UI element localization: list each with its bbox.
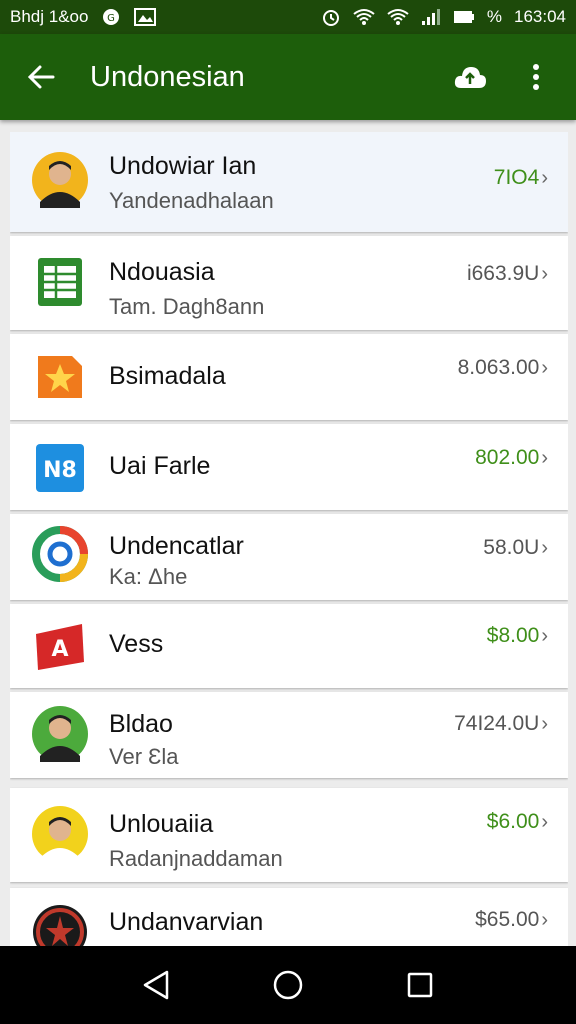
item-subtitle: Radanjnaddaman — [109, 846, 283, 871]
item-amount-value: $8.00 — [486, 624, 540, 647]
item-amount: $6.00 › — [487, 810, 548, 834]
back-button[interactable] — [18, 54, 64, 100]
emblem-icon — [33, 905, 87, 946]
item-name: Unlouaiia — [109, 810, 214, 838]
list-item[interactable]: Unlouaiia Radanjnaddaman $6.00 › — [10, 788, 568, 882]
transaction-list: Undowiar Ian Yandenadhalaan 7IO4 › Ndoua… — [10, 132, 568, 946]
cloud-sync-button[interactable] — [448, 55, 492, 99]
wifi-icon — [353, 8, 375, 26]
status-left: Bhdj 1&oo G — [10, 7, 157, 27]
chevron-right-icon: › — [541, 262, 548, 285]
item-name: Undencatlar — [109, 532, 244, 560]
person-avatar-icon — [32, 806, 88, 862]
item-name: Undowiar Ian — [109, 152, 257, 180]
status-left-text: Bhdj 1&oo — [10, 7, 89, 26]
chevron-right-icon: › — [541, 712, 548, 735]
notification-app-icon: G — [100, 8, 122, 26]
list-item[interactable]: Ndouasia Tam. Dagh8ann i663.9U › — [10, 236, 568, 330]
nav-back-button[interactable] — [132, 961, 180, 1009]
svg-text:A: A — [51, 637, 68, 662]
list-item[interactable]: A Vess $8.00 › — [10, 604, 568, 688]
item-name: Undanvarvian — [109, 908, 264, 936]
list-item[interactable]: Undowiar Ian Yandenadhalaan 7IO4 › — [10, 132, 568, 232]
item-amount: 802.00 › — [475, 446, 548, 470]
triangle-back-icon — [143, 970, 169, 1000]
item-amount: $65.00 › — [475, 908, 548, 932]
n8-app-icon: N8 — [36, 444, 84, 492]
app-bar: Undonesian — [0, 34, 576, 120]
item-amount: i663.9U › — [467, 262, 548, 286]
navigation-bar — [0, 946, 576, 1024]
cloud-icon — [454, 67, 486, 88]
item-name: Ndouasia — [109, 258, 215, 286]
svg-text:G: G — [108, 13, 116, 24]
nav-home-button[interactable] — [264, 961, 312, 1009]
more-options-button[interactable] — [514, 55, 558, 99]
circle-home-icon — [273, 970, 303, 1000]
item-name: Vess — [109, 630, 164, 658]
battery-text: % — [486, 7, 502, 26]
signal-icon — [421, 8, 441, 26]
item-amount-value: $6.00 — [486, 810, 540, 833]
item-name: Uai Farle — [109, 452, 211, 480]
star-app-icon — [38, 356, 82, 398]
ring-app-icon — [32, 526, 88, 582]
item-amount-value: 8.063.00 — [457, 356, 540, 379]
status-right: % 163:04 — [321, 7, 566, 27]
list-item[interactable]: Bsimadala 8.063.00 › — [10, 334, 568, 420]
chevron-right-icon: › — [541, 446, 548, 469]
item-amount-value: 58.0U — [483, 536, 540, 559]
item-subtitle: Yandenadhalaan — [109, 188, 274, 213]
list-item[interactable]: Undanvarvian $65.00 › — [10, 888, 568, 946]
item-amount-value: i663.9U — [466, 262, 540, 285]
item-subtitle: Ka: Δhe — [109, 564, 188, 589]
chevron-right-icon: › — [541, 536, 548, 559]
item-name: Bldao — [109, 710, 173, 738]
item-amount: 8.063.00 › — [458, 356, 548, 380]
red-app-icon: A — [36, 624, 84, 670]
spreadsheet-app-icon — [38, 258, 82, 306]
chevron-right-icon: › — [541, 810, 548, 833]
nav-recents-button[interactable] — [396, 961, 444, 1009]
item-amount: $8.00 › — [487, 624, 548, 648]
chevron-right-icon: › — [541, 356, 548, 379]
item-amount: 74I24.0U › — [454, 712, 548, 736]
person-avatar-icon — [32, 152, 88, 208]
chevron-right-icon: › — [541, 166, 548, 189]
square-recents-icon — [407, 972, 433, 998]
alarm-icon — [321, 7, 341, 27]
item-amount: 7IO4 › — [494, 166, 548, 190]
item-name: Bsimadala — [109, 362, 226, 390]
list-item[interactable]: Bldao Ver Ɛla 74I24.0U › — [10, 692, 568, 778]
more-vert-icon — [533, 64, 539, 90]
item-amount: 58.0U › — [483, 536, 548, 560]
person-avatar-icon — [32, 706, 88, 762]
status-bar: Bhdj 1&oo G % 163:04 — [0, 0, 576, 34]
list-item[interactable]: N8 Uai Farle 802.00 › — [10, 424, 568, 510]
item-amount-value: 7IO4 — [493, 166, 540, 189]
arrow-back-icon — [27, 65, 55, 89]
svg-text:N8: N8 — [43, 458, 77, 483]
item-amount-value: 74I24.0U — [454, 712, 540, 735]
page-title: Undonesian — [90, 60, 245, 93]
item-amount-value: 802.00 — [475, 446, 540, 469]
item-amount-value: $65.00 — [475, 908, 540, 931]
chevron-right-icon: › — [541, 908, 548, 931]
list-item[interactable]: Undencatlar Ka: Δhe 58.0U › — [10, 514, 568, 600]
status-time: 163:04 — [514, 7, 566, 26]
item-subtitle: Ver Ɛla — [109, 744, 179, 769]
battery-icon — [453, 9, 475, 25]
chevron-right-icon: › — [541, 624, 548, 647]
gallery-notification-icon — [134, 8, 157, 26]
wifi-secondary-icon — [387, 8, 409, 26]
item-subtitle: Tam. Dagh8ann — [109, 294, 265, 319]
